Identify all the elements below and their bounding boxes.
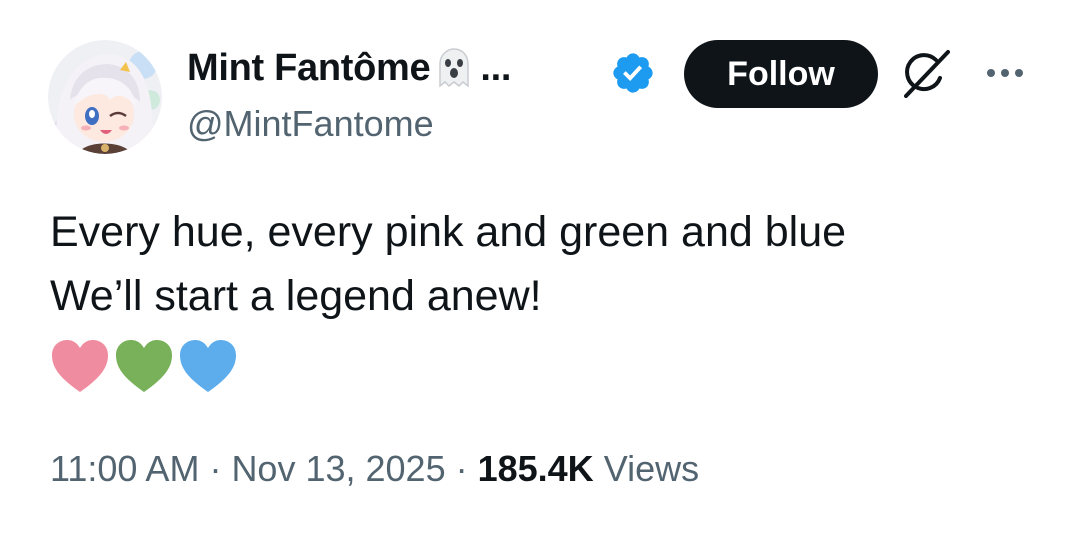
user-handle[interactable]: @MintFantome [187, 103, 434, 145]
ghost-icon [432, 46, 476, 90]
more-dots-icon[interactable] [983, 60, 1027, 86]
tweet-line: We’ll start a legend anew! [50, 272, 542, 320]
views-label: Views [603, 448, 700, 489]
avatar[interactable] [48, 40, 162, 154]
tweet-line: Every hue, every pink and green and blue [50, 208, 847, 256]
views-count: 185.4K [477, 448, 594, 489]
blue-heart-icon [180, 340, 236, 392]
tweet-meta: 11:00 AM · Nov 13, 2025 · 185.4K Views [50, 448, 699, 490]
meta-separator: · [199, 448, 232, 489]
display-name-text: Mint Fantôme [187, 46, 431, 89]
pink-heart-icon [52, 340, 108, 392]
tweet-date[interactable]: Nov 13, 2025 [231, 448, 445, 489]
verified-badge-icon[interactable] [610, 50, 656, 96]
avatar-image [48, 40, 162, 154]
name-truncation: ... [480, 46, 512, 89]
meta-separator: · [445, 448, 478, 489]
tweet-time[interactable]: 11:00 AM [50, 448, 199, 489]
grok-icon[interactable] [898, 48, 954, 100]
display-name[interactable]: Mint Fantôme ... [187, 44, 511, 92]
heart-emoji-row [50, 338, 238, 398]
follow-button[interactable]: Follow [684, 40, 878, 108]
tweet-text: Every hue, every pink and green and blue… [50, 200, 846, 328]
green-heart-icon [116, 340, 172, 392]
